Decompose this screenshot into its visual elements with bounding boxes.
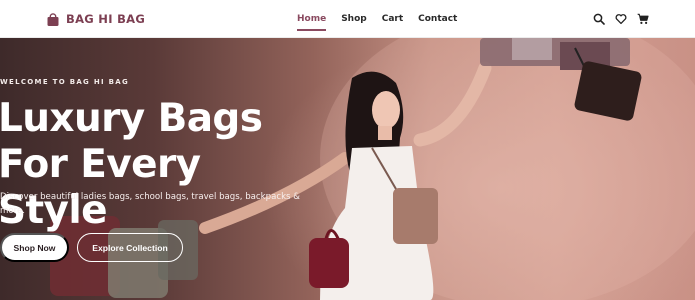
shopping-bag-icon [46, 12, 60, 26]
hero-subtext: Discover beautiful ladies bags, school b… [0, 192, 300, 216]
search-icon[interactable] [593, 13, 605, 25]
nav-actions [593, 0, 649, 38]
shop-now-button[interactable]: Shop Now [0, 233, 69, 262]
nav-link-cart[interactable]: Cart [382, 12, 403, 26]
nav-link-shop[interactable]: Shop [341, 12, 367, 26]
brand-name: BAG HI BAG [66, 11, 146, 26]
nav-link-contact[interactable]: Contact [418, 12, 457, 26]
nav-link-home[interactable]: Home [297, 12, 327, 31]
cart-icon[interactable] [637, 13, 649, 25]
top-navbar: BAG HI BAG Home Shop Cart Contact [0, 0, 695, 38]
brand-logo[interactable]: BAG HI BAG [46, 12, 145, 26]
heart-icon[interactable] [615, 13, 627, 25]
explore-collection-button[interactable]: Explore Collection [77, 233, 183, 262]
hero-banner: WELCOME TO BAG HI BAG Luxury Bags For Ev… [0, 38, 695, 300]
hero-eyebrow: WELCOME TO BAG HI BAG [0, 78, 130, 86]
headline-line-1: Luxury Bags [0, 96, 263, 141]
headline-line-2: For Every Style [0, 142, 201, 233]
main-nav: Home Shop Cart Contact [297, 0, 457, 38]
